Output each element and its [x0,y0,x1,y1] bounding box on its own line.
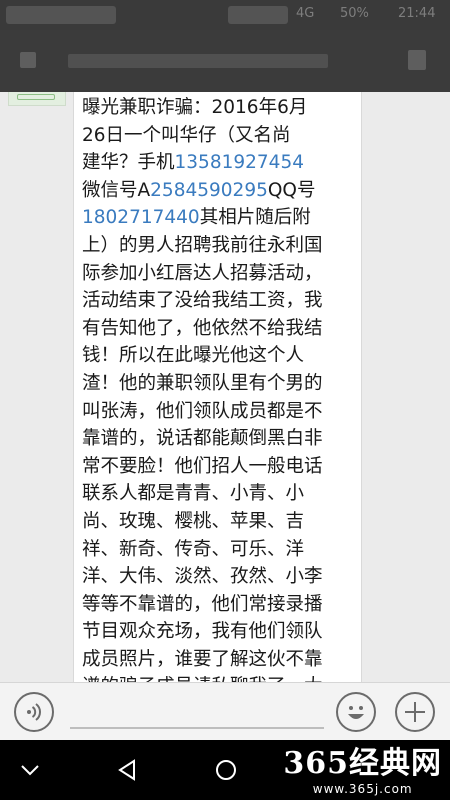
message-text: 渣！他的兼职领队里有个男的 [82,372,323,394]
message-line: 等等不靠谱的，他们常接录播 [82,591,353,619]
smiley-icon [348,706,364,719]
voice-icon [27,703,41,721]
message-line: 靠谱的，说话都能颠倒黑白非 [82,425,353,453]
message-line: 联系人都是青青、小青、小 [82,480,353,508]
message-line: 谱的骗子成员请私聊我了，大 [82,673,353,682]
message-text: 等等不靠谱的，他们常接录播 [82,593,323,615]
message-line: 成员照片，谁要了解这伙不靠 [82,646,353,674]
chat-info-icon[interactable] [408,50,426,70]
message-text: 靠谱的，说话都能颠倒黑白非 [82,428,323,450]
status-notification-icons [6,6,116,24]
message-text: 洋、大伟、淡然、孜然、小李 [82,566,323,588]
phone-number-link[interactable]: 1802717440 [82,207,200,228]
message-line: 渣！他的兼职领队里有个男的 [82,370,353,398]
message-text: 曝光兼职诈骗：2016年6月 [82,97,308,118]
message-line: 上）的男人招聘我前往永利国 [82,232,353,260]
message-line: 钱！所以在此曝光他这个人 [82,342,353,370]
battery-level: 50% [340,6,369,21]
back-arrow-icon[interactable] [20,52,36,68]
message-line: 尚、玫瑰、樱桃、苹果、吉 [82,508,353,536]
message-line: 祥、新奇、传奇、可乐、洋 [82,536,353,564]
system-nav-bar: 365经典网 www.365j.com [0,740,450,800]
message-text: QQ号 [267,179,316,201]
message-line: 叫张涛，他们领队成员都是不 [82,398,353,426]
message-text: 节目观众充场，我有他们领队 [82,621,323,643]
message-line: 建华？手机13581927454 [82,149,353,177]
chat-title [68,54,328,68]
status-time: 21:44 [398,6,436,21]
watermark-title: 365经典网 [283,746,442,781]
message-text: 上）的男人招聘我前往永利国 [82,234,323,256]
watermark-url: www.365j.com [312,782,413,796]
message-text: 微信号A [82,179,151,201]
message-line: 活动结束了没给我结工资，我 [82,287,353,315]
back-triangle-icon[interactable] [112,754,144,786]
message-text: 活动结束了没给我结工资，我 [82,290,323,312]
home-circle-icon[interactable] [210,754,242,786]
chat-area[interactable]: 曝光兼职诈骗：2016年6月 26日一个叫华仔（又名尚 建华？手机135819274… [0,92,450,682]
status-bar: 4G 50% 21:44 [0,0,450,30]
phone-number-link[interactable]: 2584590295 [150,180,268,201]
emoji-button[interactable] [336,692,376,732]
message-text: 26日一个叫华仔（又名尚 [82,124,291,146]
message-text: 成员照片，谁要了解这伙不靠 [82,648,323,670]
chat-header [0,30,450,92]
message-text: 叫张涛，他们领队成员都是不 [82,400,323,422]
add-button[interactable] [395,692,435,732]
message-input[interactable] [70,727,324,729]
voice-button[interactable] [14,692,54,732]
message-line: 1802717440其相片随后附 [82,204,353,232]
network-indicator: 4G [296,6,315,21]
message-text: 际参加小红唇达人招募活动， [82,262,323,284]
message-line: 洋、大伟、淡然、孜然、小李 [82,563,353,591]
message-text: 建华？手机 [82,152,175,174]
message-bubble[interactable]: 曝光兼职诈骗：2016年6月 26日一个叫华仔（又名尚 建华？手机135819274… [73,92,362,682]
message-line: 微信号A2584590295QQ号 [82,177,353,205]
phone-number-link[interactable]: 13581927454 [175,152,304,173]
message-line: 常不要脸！他们招人一般电话 [82,453,353,481]
watermark: 365经典网 www.365j.com [283,746,442,796]
message-text: 祥、新奇、传奇、可乐、洋 [82,538,305,560]
input-bar [0,682,450,740]
message-text: 常不要脸！他们招人一般电话 [82,455,323,477]
avatar-image [17,94,55,100]
message-text: 钱！所以在此曝光他这个人 [82,345,305,367]
message-text: 有告知他了，他依然不给我结 [82,317,323,339]
sender-avatar[interactable] [8,92,66,106]
message-line: 26日一个叫华仔（又名尚 [82,122,353,150]
message-line: 际参加小红唇达人招募活动， [82,260,353,288]
message-line: 曝光兼职诈骗：2016年6月 [82,94,353,122]
chevron-down-icon[interactable] [14,754,46,786]
plus-icon [405,702,425,722]
message-line: 有告知他了，他依然不给我结 [82,315,353,343]
message-text: 联系人都是青青、小青、小 [82,483,305,505]
message-line: 节目观众充场，我有他们领队 [82,618,353,646]
message-text: 其相片随后附 [199,207,311,229]
message-text: 尚、玫瑰、樱桃、苹果、吉 [82,510,305,532]
signal-icon [228,6,288,24]
